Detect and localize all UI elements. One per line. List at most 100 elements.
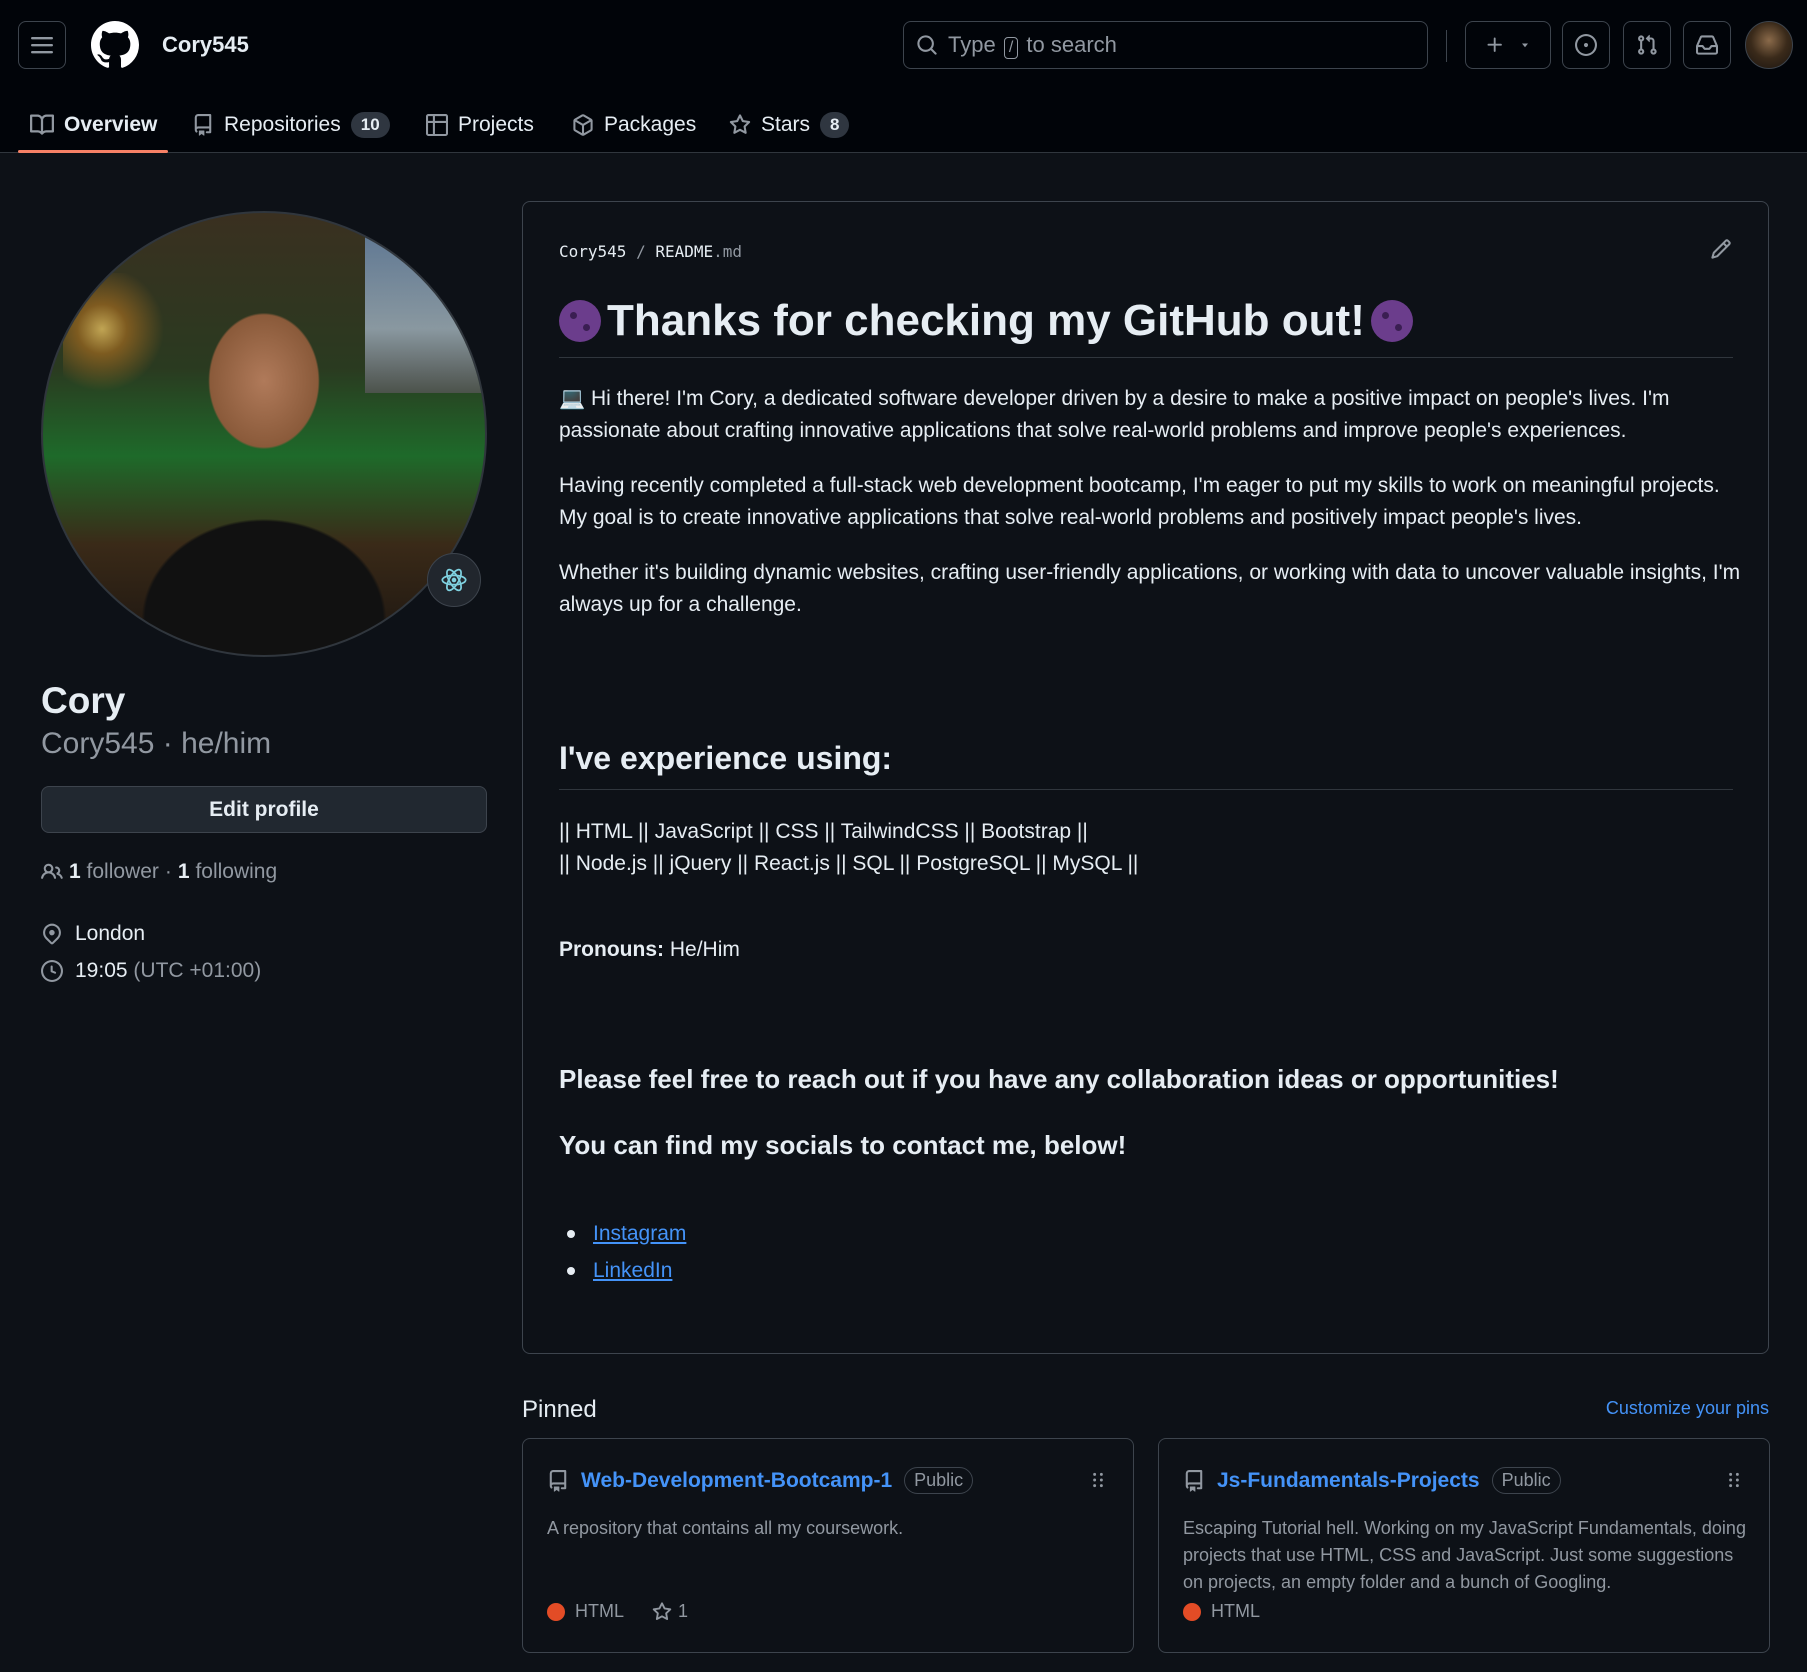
language-color-dot [547,1602,565,1621]
atom-icon [441,568,467,592]
star-icon [729,113,751,134]
pinned-repo-description: A repository that contains all my course… [547,1518,904,1538]
search-input[interactable]: Type / to search [903,21,1428,69]
user-avatar-menu[interactable] [1745,21,1793,69]
location-icon [43,923,61,945]
star-icon [652,1601,672,1620]
readme-file-link[interactable]: README [655,242,713,261]
readme-path: Cory545 / README.md [559,242,743,261]
customize-pins-link[interactable]: Customize your pins [1606,1398,1769,1419]
language-label: HTML [1211,1601,1260,1621]
hamburger-icon [31,37,53,54]
issue-opened-icon [1575,34,1597,56]
profile-location: London [41,922,145,946]
readme-title: Thanks for checking my GitHub out! [559,294,1733,358]
tab-repositories[interactable]: Repositories 10 [192,96,390,153]
repositories-count-badge: 10 [350,111,390,138]
plus-icon [1487,37,1502,52]
pronouns-line: Pronouns: He/Him [559,938,740,961]
stars-count-badge: 8 [820,111,850,138]
readme-owner-link[interactable]: Cory545 [559,242,626,261]
profile-login: Cory545 · he/him [41,727,272,760]
skills-line-2: || Node.js || jQuery || React.js || SQL … [559,852,1139,875]
search-shortcut-key: / [1003,36,1019,59]
header-divider [1446,30,1447,62]
pinned-repo-name[interactable]: Js-Fundamentals-Projects [1217,1469,1480,1493]
experience-heading: I've experience using: [559,740,1733,790]
tab-stars[interactable]: Stars 8 [729,96,850,153]
list-item: LinkedIn [567,1252,686,1289]
laptop-emoji-icon: 💻 [559,387,586,410]
global-header: Cory545 Type / to search Overview Reposi… [0,0,1807,153]
status-emoji-button[interactable] [427,553,481,607]
table-icon [426,113,448,136]
tab-overview-label: Overview [64,112,158,136]
active-tab-indicator [18,150,168,153]
collaboration-heading: Please feel free to reach out if you hav… [559,1064,1559,1094]
profile-tabs: Overview Repositories 10 Projects Packag… [0,96,1807,153]
socials-heading: You can find my socials to contact me, b… [559,1130,1127,1160]
search-icon [917,35,937,55]
local-time-text: 19:05 [75,959,128,982]
readme-intro-paragraph: 💻 Hi there! I'm Cory, a dedicated softwa… [559,387,1670,442]
pinned-repo-description: Escaping Tutorial hell. Working on my Ja… [1183,1518,1746,1592]
grabber-icon [1093,1472,1103,1488]
header-username[interactable]: Cory545 [162,32,249,58]
cookie-emoji-icon [559,299,601,342]
tab-projects[interactable]: Projects [426,96,534,153]
profile-avatar[interactable] [41,211,487,657]
tab-repositories-label: Repositories [224,112,341,136]
social-links-list: Instagram LinkedIn [567,1215,686,1289]
pinned-repo-name[interactable]: Web-Development-Bootcamp-1 [581,1469,892,1493]
clock-icon [41,960,63,982]
pull-request-icon [1638,34,1657,55]
tab-stars-label: Stars [761,112,811,136]
repo-icon [194,113,212,136]
profile-name: Cory [41,680,126,721]
edit-profile-button[interactable]: Edit profile [41,786,487,833]
pinned-repo-meta: HTML 1 [547,1601,688,1622]
pull-requests-button[interactable] [1623,21,1671,69]
tab-packages[interactable]: Packages [572,96,696,153]
readme-bootcamp-paragraph: Having recently completed a full-stack w… [559,474,1720,529]
repo-icon [549,1469,567,1492]
language-label: HTML [575,1601,624,1621]
pinned-repo-card: Js-Fundamentals-Projects Public Escaping… [1158,1438,1770,1653]
followers-info: 1 follower · 1 following [41,860,277,884]
tab-overview[interactable]: Overview [30,96,157,153]
timezone-text: (UTC +01:00) [133,959,262,982]
inbox-button[interactable] [1683,21,1731,69]
github-logo-icon[interactable] [91,21,139,69]
drag-handle[interactable] [1727,1471,1741,1494]
pinned-heading: Pinned [522,1396,597,1423]
book-icon [30,113,54,135]
edit-readme-button[interactable] [1710,238,1732,265]
pinned-repo-meta: HTML [1183,1601,1260,1622]
cookie-emoji-icon [1370,299,1413,342]
menu-button[interactable] [18,21,66,69]
drag-handle[interactable] [1091,1471,1105,1494]
linkedin-link[interactable]: LinkedIn [593,1259,672,1283]
stars-count: 1 [678,1601,689,1621]
tab-projects-label: Projects [458,112,534,136]
readme-challenge-paragraph: Whether it's building dynamic websites, … [559,561,1741,616]
followers-link[interactable]: 1 follower [69,860,159,884]
instagram-link[interactable]: Instagram [593,1222,686,1246]
create-new-button[interactable] [1465,21,1551,69]
skills-line-1: || HTML || JavaScript || CSS || Tailwind… [559,820,1088,843]
chevron-down-icon [1522,43,1528,48]
inbox-icon [1696,35,1718,55]
package-icon [573,113,593,136]
issues-button[interactable] [1562,21,1610,69]
following-link[interactable]: 1 following [178,860,277,884]
skills-list: || HTML || JavaScript || CSS || Tailwind… [559,816,1744,880]
profile-readme: Cory545 / README.md Thanks for checking … [522,201,1769,1354]
stars-link[interactable]: 1 [652,1601,688,1622]
search-placeholder: Type / to search [948,31,1117,59]
profile-local-time: 19:05 (UTC +01:00) [41,959,261,983]
visibility-badge: Public [1491,1467,1561,1494]
people-icon [41,863,63,879]
visibility-badge: Public [904,1467,974,1494]
pencil-icon [1711,239,1731,259]
location-text: London [75,922,146,945]
